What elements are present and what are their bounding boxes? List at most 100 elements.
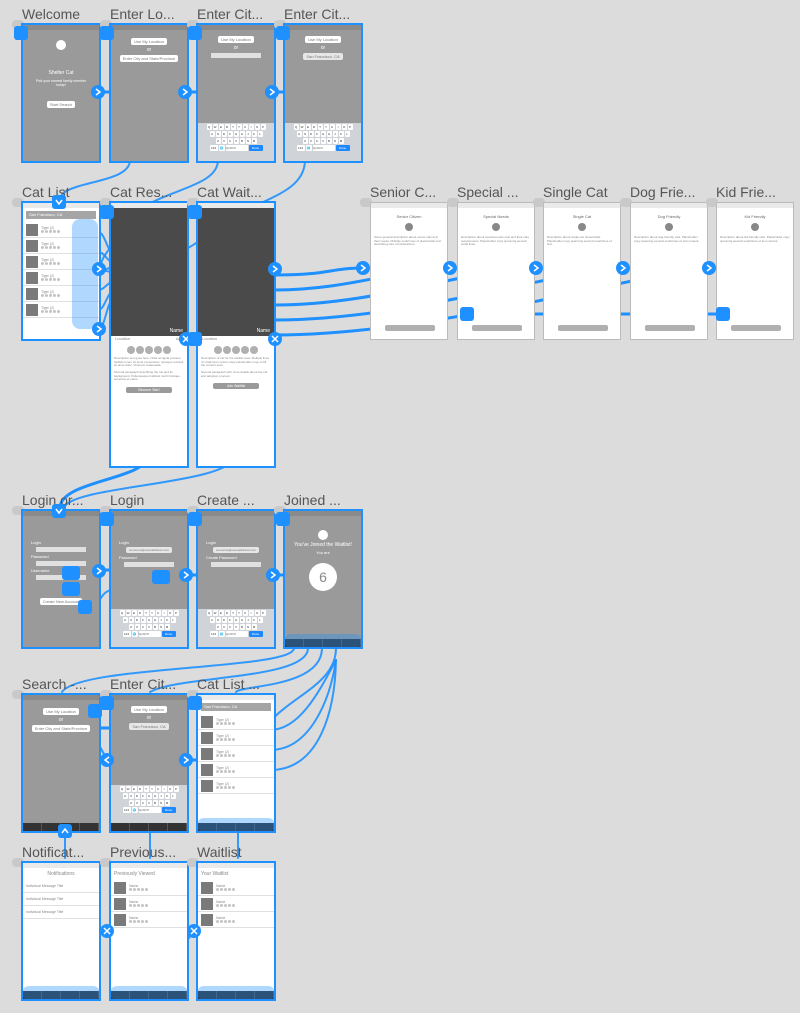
- origin-bar-node-icon[interactable]: [152, 570, 170, 584]
- origin-bar-node-icon[interactable]: [62, 566, 80, 580]
- chevron-right-icon[interactable]: [265, 85, 279, 99]
- create-account-button[interactable]: Create New Account: [40, 598, 82, 605]
- list-item[interactable]: Tiger (2): [198, 778, 274, 794]
- list-item[interactable]: Tiger (2): [198, 730, 274, 746]
- screen-enter-location[interactable]: Enter Lo... Use My Location or Enter Cit…: [110, 6, 188, 162]
- trait-icons[interactable]: [198, 346, 274, 354]
- origin-node-icon[interactable]: [78, 600, 92, 614]
- origin-bar-node-icon[interactable]: [62, 582, 80, 596]
- screen-single-cat[interactable]: Single Cat Single Cat Description about …: [543, 184, 621, 340]
- password-input[interactable]: [124, 562, 174, 567]
- target-node-icon[interactable]: [188, 512, 202, 526]
- flow-canvas[interactable]: Welcome Shelter Cat Pick your newest fam…: [0, 0, 800, 1013]
- chevron-right-icon[interactable]: [443, 261, 457, 275]
- screen-frame[interactable]: Use My Location or Enter City and State/…: [110, 24, 188, 162]
- chevron-right-icon[interactable]: [529, 261, 543, 275]
- chevron-down-icon[interactable]: [52, 195, 66, 209]
- back-button[interactable]: [731, 325, 781, 331]
- back-button[interactable]: [645, 325, 695, 331]
- list-item[interactable]: Individual Message Title: [23, 906, 99, 919]
- back-button[interactable]: [385, 325, 435, 331]
- chevron-up-icon[interactable]: [58, 824, 72, 838]
- screen-joined-waitlist[interactable]: Joined ... You've Joined the Waitlist! Y…: [284, 492, 362, 648]
- keyboard[interactable]: QWERTYUIOP ASDFGHJKL ZXCVBNM 123🌐spaceDo…: [198, 123, 274, 161]
- use-location-button[interactable]: Use My Location: [131, 38, 167, 45]
- chevron-right-icon[interactable]: [91, 85, 105, 99]
- screen-enter-city-filled[interactable]: Enter Cit... Use My Location or San Fran…: [284, 6, 362, 162]
- password-input[interactable]: [36, 561, 86, 566]
- screen-frame[interactable]: Use My Location or San Francisco, CA QWE…: [110, 694, 188, 832]
- chevron-right-icon[interactable]: [266, 568, 280, 582]
- chevron-left-icon[interactable]: [100, 753, 114, 767]
- keyboard[interactable]: QWERTYUIOP ASDFGHJKL ZXCVBNM 123🌐spaceDo…: [285, 123, 361, 161]
- city-input[interactable]: [211, 53, 261, 58]
- list-item[interactable]: Name: [198, 896, 274, 912]
- chevron-right-icon[interactable]: [702, 261, 716, 275]
- start-button[interactable]: Start Search: [47, 101, 75, 108]
- target-node-icon[interactable]: [100, 512, 114, 526]
- screen-frame[interactable]: Name LocationAgo Description text goes h…: [110, 202, 188, 467]
- screen-frame[interactable]: Notifications Individual Message Title I…: [22, 862, 100, 1000]
- back-button[interactable]: [472, 325, 522, 331]
- chevron-right-icon[interactable]: [92, 322, 106, 336]
- login-input[interactable]: [36, 547, 86, 552]
- list-item[interactable]: Name: [111, 896, 187, 912]
- chevron-right-icon[interactable]: [92, 564, 106, 578]
- screen-frame[interactable]: Previously Viewed Name Name Name: [110, 862, 188, 1000]
- screen-create-account[interactable]: Create ... Login someone@someaddress.com…: [197, 492, 275, 648]
- chevron-right-icon[interactable]: [92, 262, 106, 276]
- screen-frame[interactable]: Dog Friendly Description about dog-frien…: [630, 202, 708, 340]
- screen-waitlist[interactable]: Waitlist Your Waitlist Name Name Name: [197, 844, 275, 1000]
- city-input[interactable]: San Francisco, CA: [303, 53, 342, 60]
- chevron-right-icon[interactable]: [356, 261, 370, 275]
- list-item[interactable]: Tiger (2): [198, 746, 274, 762]
- target-node-icon[interactable]: [460, 307, 474, 321]
- target-node-icon[interactable]: [188, 26, 202, 40]
- screen-frame[interactable]: Senior Citizen Some general description …: [370, 202, 448, 340]
- join-waitlist-button[interactable]: Join Waitlist: [213, 383, 259, 389]
- use-location-button[interactable]: Use My Location: [43, 708, 79, 715]
- target-node-icon[interactable]: [276, 512, 290, 526]
- target-node-icon[interactable]: [100, 26, 114, 40]
- target-node-icon[interactable]: [188, 696, 202, 710]
- screen-dog-friendly[interactable]: Dog Frie... Dog Friendly Description abo…: [630, 184, 708, 340]
- list-item[interactable]: Tiger (2): [198, 714, 274, 730]
- email-input[interactable]: someone@someaddress.com: [213, 547, 259, 553]
- screen-frame[interactable]: San Francisco, CA Tiger (2) Tiger (2) Ti…: [197, 694, 275, 832]
- list-item[interactable]: Name: [198, 880, 274, 896]
- screen-frame[interactable]: Login someone@someaddress.com Create Pas…: [197, 510, 275, 648]
- action-button[interactable]: Become Star!: [126, 387, 172, 393]
- location-bar[interactable]: San Francisco, CA: [201, 703, 271, 711]
- keyboard[interactable]: QWERTYUIOP ASDFGHJKL ZXCVBNM 123🌐spaceDo…: [111, 785, 187, 823]
- keyboard[interactable]: QWERTYUIOP ASDFGHJKL ZXCVBNM 123🌐spaceDo…: [198, 609, 274, 647]
- use-location-button[interactable]: Use My Location: [218, 36, 254, 43]
- use-location-button[interactable]: Use My Location: [131, 706, 167, 713]
- list-item[interactable]: Name: [111, 880, 187, 896]
- screen-frame[interactable]: You've Joined the Waitlist! You are 6: [284, 510, 362, 648]
- screen-frame[interactable]: Use My Location or QWERTYUIOP ASDFGHJKL …: [197, 24, 275, 162]
- list-item[interactable]: Name: [198, 912, 274, 928]
- origin-node-icon[interactable]: [716, 307, 730, 321]
- enter-city-button[interactable]: Enter City and State/Province: [32, 725, 90, 732]
- screen-cat-waitlist[interactable]: Cat Wait... Name Location Description of…: [197, 184, 275, 467]
- screen-search[interactable]: Search -... Use My Location or Enter Cit…: [22, 676, 100, 832]
- screen-frame[interactable]: Login Password Username Create New Accou…: [22, 510, 100, 648]
- list-item[interactable]: Tiger (2): [198, 762, 274, 778]
- chevron-right-icon[interactable]: [179, 568, 193, 582]
- screen-previously-viewed[interactable]: Previous... Previously Viewed Name Name …: [110, 844, 188, 1000]
- screen-frame[interactable]: Name Location Description of cat for the…: [197, 202, 275, 467]
- chevron-right-icon[interactable]: [268, 262, 282, 276]
- trait-icons[interactable]: [111, 346, 187, 354]
- close-icon[interactable]: [100, 924, 114, 938]
- target-node-icon[interactable]: [100, 696, 114, 710]
- close-icon[interactable]: [187, 924, 201, 938]
- tabbar[interactable]: [111, 823, 187, 831]
- list-item[interactable]: Individual Message Title: [23, 893, 99, 906]
- target-node-icon[interactable]: [188, 205, 202, 219]
- back-button[interactable]: [558, 325, 608, 331]
- enter-city-button[interactable]: Enter City and State/Province: [120, 55, 178, 62]
- target-node-icon[interactable]: [276, 26, 290, 40]
- use-location-button[interactable]: Use My Location: [305, 36, 341, 43]
- target-node-icon[interactable]: [100, 205, 114, 219]
- screen-cat-result[interactable]: Cat Res... Name LocationAgo Description …: [110, 184, 188, 467]
